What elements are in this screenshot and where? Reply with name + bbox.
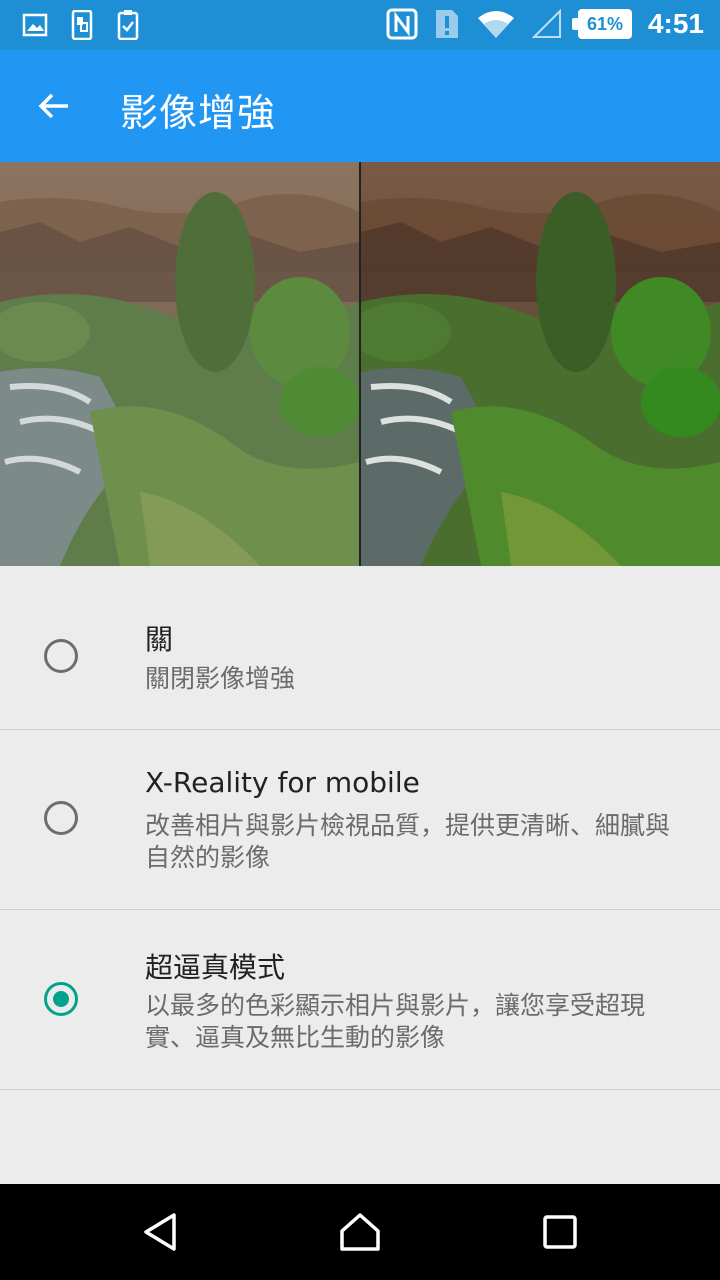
back-arrow-icon (38, 93, 68, 119)
gallery-icon (22, 13, 48, 37)
battery-percent: 61% (586, 14, 623, 34)
radio-button-super-vivid[interactable] (44, 982, 78, 1016)
preview-original (0, 162, 359, 566)
nav-back-button[interactable] (132, 1204, 188, 1260)
option-title: 超逼真模式 (145, 951, 286, 984)
cellular-signal-icon (531, 9, 561, 38)
battery-icon: 61% (571, 9, 632, 39)
wifi-icon (477, 11, 514, 38)
back-triangle-icon (144, 1213, 176, 1251)
status-bar: 61% 4:51 (0, 0, 720, 50)
nav-recents-button[interactable] (532, 1204, 588, 1260)
preview-comparison-image (0, 162, 720, 566)
notification-icons (22, 10, 140, 40)
navigation-bar (0, 1184, 720, 1280)
system-icons: 61% 4:51 (386, 8, 704, 40)
clipboard-check-icon (117, 10, 139, 40)
back-button[interactable] (26, 78, 82, 134)
radio-button-off[interactable] (44, 639, 78, 673)
phone-transfer-icon (71, 10, 93, 40)
clock: 4:51 (647, 8, 704, 39)
radio-button-x-reality[interactable] (44, 801, 78, 835)
page-title: 影像增強 (120, 91, 277, 135)
nav-home-button[interactable] (332, 1204, 388, 1260)
option-title: 關 (145, 623, 174, 656)
option-super-vivid[interactable]: 超逼真模式 以最多的色彩顯示相片與影片，讓您享受超現實、逼真及無比生動的影像 (0, 910, 720, 1090)
sim-alert-icon (435, 10, 458, 38)
home-icon (340, 1213, 380, 1251)
app-bar: 影像增強 (0, 50, 720, 162)
option-description: 改善相片與影片檢視品質，提供更清晰、細膩與自然的影像 (145, 811, 671, 872)
option-description: 關閉影像增強 (145, 664, 296, 693)
option-off[interactable]: 關 關閉影像增強 (0, 566, 720, 730)
nfc-icon (386, 8, 418, 40)
option-title: X-Reality for mobile (145, 766, 420, 799)
option-description: 以最多的色彩顯示相片與影片，讓您享受超現實、逼真及無比生動的影像 (145, 991, 646, 1052)
preview-enhanced (361, 162, 720, 566)
enhancement-options-list: 關 關閉影像增強 X-Reality for mobile 改善相片與影片檢視品… (0, 566, 720, 1090)
recents-icon (543, 1215, 577, 1249)
option-x-reality[interactable]: X-Reality for mobile 改善相片與影片檢視品質，提供更清晰、細… (0, 730, 720, 910)
